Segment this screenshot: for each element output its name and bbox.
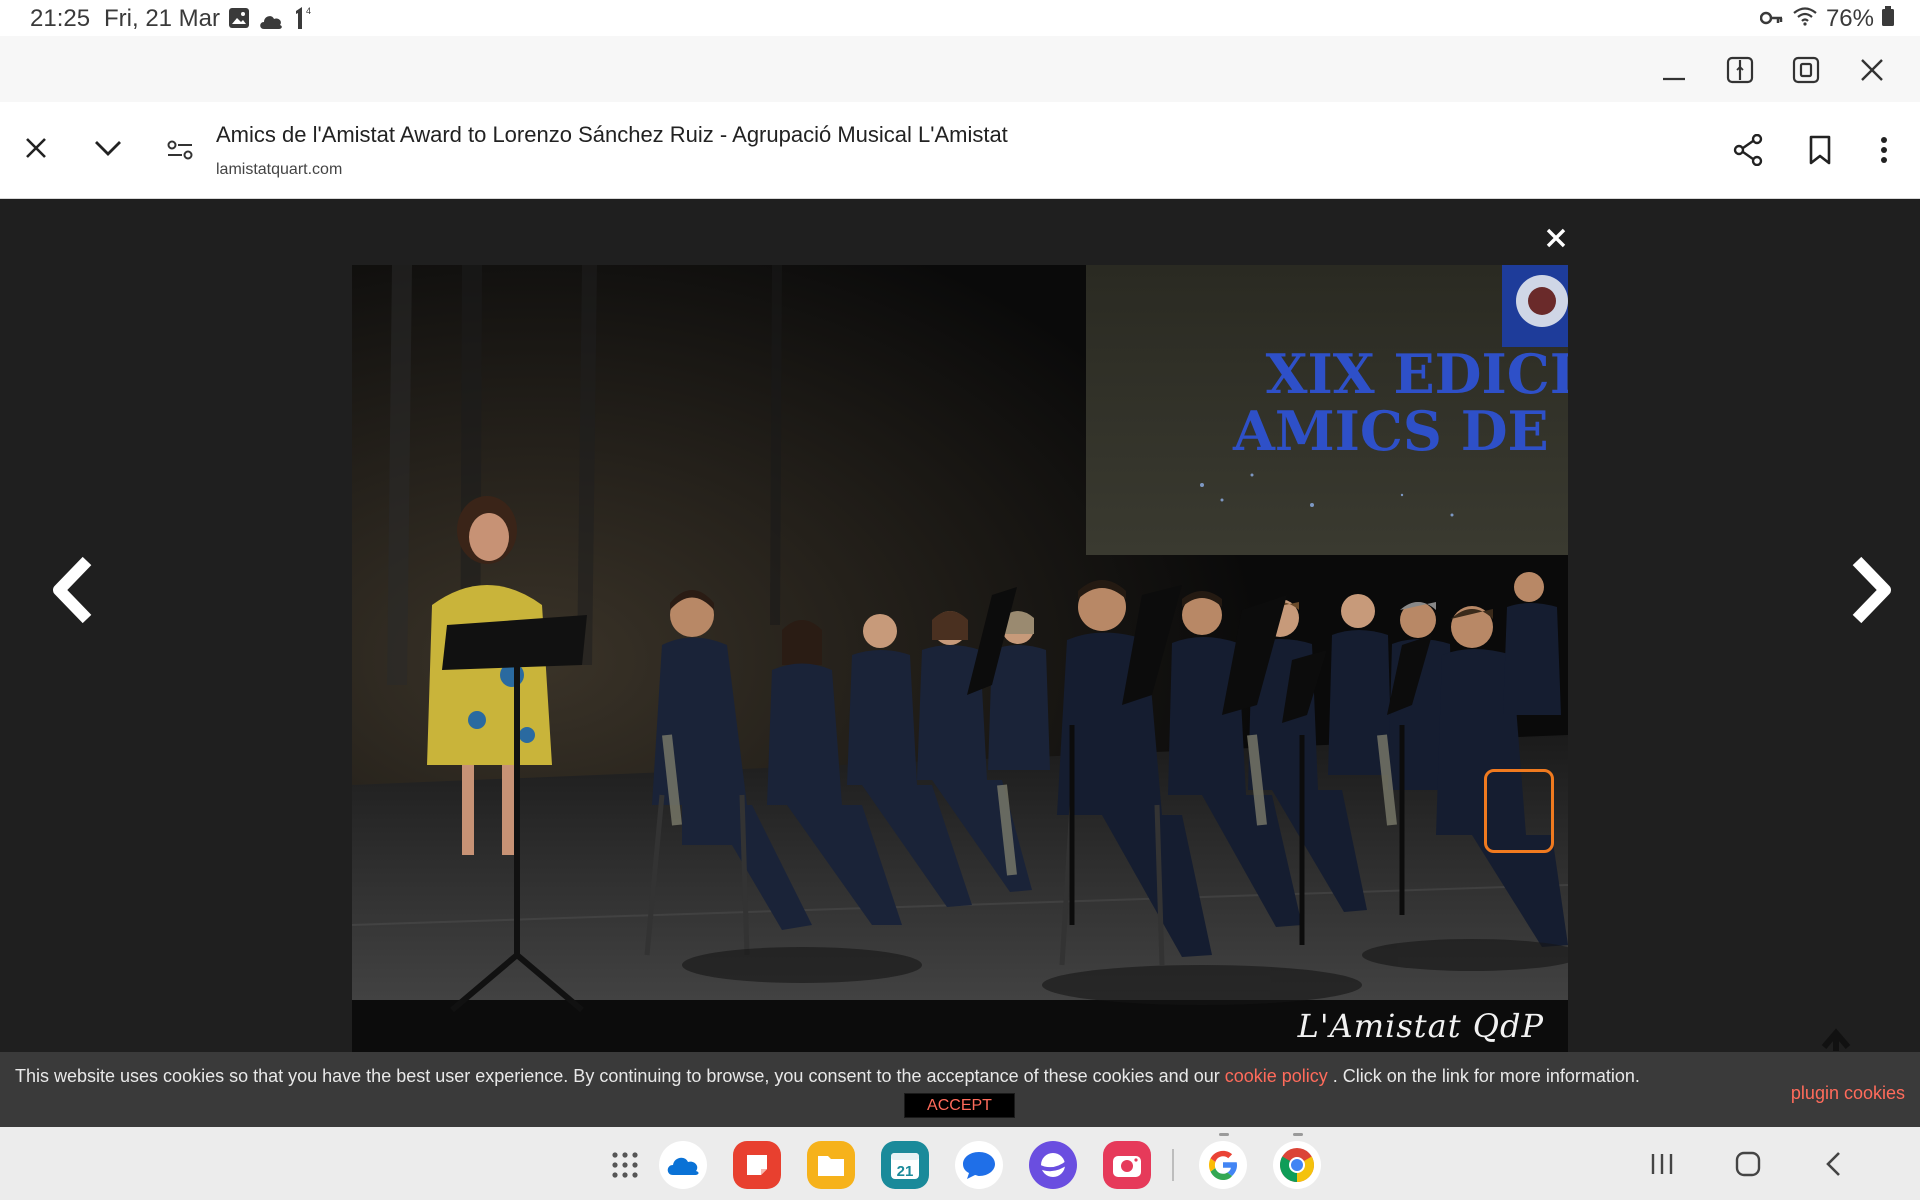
cookie-message: This website uses cookies so that you ha… — [15, 1066, 1640, 1087]
window-controls — [0, 36, 1920, 102]
accept-cookies-button[interactable]: ACCEPT — [904, 1093, 1015, 1118]
plugin-cookies-link[interactable]: plugin cookies — [1791, 1083, 1905, 1104]
chrome-icon[interactable] — [1273, 1133, 1321, 1189]
close-tab-icon[interactable] — [14, 126, 58, 170]
page-controls-icon[interactable] — [158, 128, 202, 172]
more-options-icon[interactable] — [1862, 128, 1906, 172]
cookie-consent-bar: This website uses cookies so that you ha… — [0, 1052, 1920, 1127]
svg-text:4: 4 — [306, 6, 311, 16]
minimize-icon[interactable] — [1654, 50, 1694, 90]
split-screen-icon[interactable] — [1720, 50, 1760, 90]
camera-icon[interactable] — [1103, 1141, 1151, 1189]
lightbox-close-icon[interactable] — [1540, 222, 1572, 254]
app-drawer-icon[interactable] — [601, 1141, 649, 1189]
messages-icon[interactable] — [955, 1141, 1003, 1189]
recent-apps-icon[interactable] — [1644, 1147, 1680, 1181]
share-icon[interactable] — [1726, 128, 1770, 172]
running-indicator — [1293, 1133, 1303, 1136]
gallery-icon — [228, 7, 250, 36]
vpn-key-icon — [1759, 5, 1784, 33]
running-indicator — [1219, 1133, 1229, 1136]
band-logo — [1502, 265, 1568, 347]
home-icon[interactable] — [1730, 1147, 1766, 1181]
chevron-down-icon[interactable] — [86, 126, 130, 170]
google-icon[interactable] — [1199, 1133, 1247, 1189]
close-window-icon[interactable] — [1852, 50, 1892, 90]
onedrive-icon[interactable] — [659, 1141, 707, 1189]
cookie-text-after: . Click on the link for more information… — [1327, 1066, 1640, 1086]
svg-text:21: 21 — [897, 1163, 914, 1180]
battery-percent: 76% — [1825, 5, 1874, 32]
image-lightbox: XIX EDICIÓ AMICS DE L' — [0, 200, 1920, 1052]
next-image-icon[interactable] — [1840, 550, 1900, 630]
taskbar: 21 — [0, 1127, 1920, 1200]
banner-line-2: AMICS DE L' — [1232, 399, 1568, 463]
battery-icon — [1882, 5, 1894, 33]
photo-watermark: L'Amistat QdP — [1297, 1007, 1544, 1045]
samsung-internet-icon[interactable] — [1029, 1141, 1077, 1189]
cookie-text-before: This website uses cookies so that you ha… — [15, 1066, 1225, 1086]
calendar-icon[interactable]: 21 — [881, 1141, 929, 1189]
cloud-icon — [258, 9, 284, 37]
clock: 21:25 — [30, 5, 91, 32]
signal-icon: 4 — [292, 5, 314, 38]
cookie-policy-link[interactable]: cookie policy — [1225, 1066, 1328, 1086]
bookmark-icon[interactable] — [1798, 128, 1842, 172]
status-bar: 21:25 Fri, 21 Mar 4 76% — [0, 0, 1920, 36]
page-title: Amics de l'Amistat Award to Lorenzo Sánc… — [216, 122, 1008, 147]
previous-image-icon[interactable] — [44, 550, 104, 630]
back-icon[interactable] — [1816, 1147, 1852, 1181]
popup-view-icon[interactable] — [1786, 50, 1826, 90]
date: Fri, 21 Mar — [104, 5, 221, 32]
highlight-marker — [1484, 769, 1554, 853]
browser-toolbar: Amics de l'Amistat Award to Lorenzo Sánc… — [0, 102, 1920, 199]
wifi-icon — [1792, 5, 1818, 33]
page-url[interactable]: lamistatquart.com — [216, 161, 342, 179]
scroll-to-top-icon[interactable] — [1818, 1027, 1854, 1052]
concert-photo: XIX EDICIÓ AMICS DE L' — [352, 265, 1568, 1052]
taskbar-divider — [1172, 1149, 1174, 1181]
banner-line-1: XIX EDICIÓ — [1266, 342, 1568, 406]
my-files-icon[interactable] — [807, 1141, 855, 1189]
notes-app-icon[interactable] — [733, 1141, 781, 1189]
